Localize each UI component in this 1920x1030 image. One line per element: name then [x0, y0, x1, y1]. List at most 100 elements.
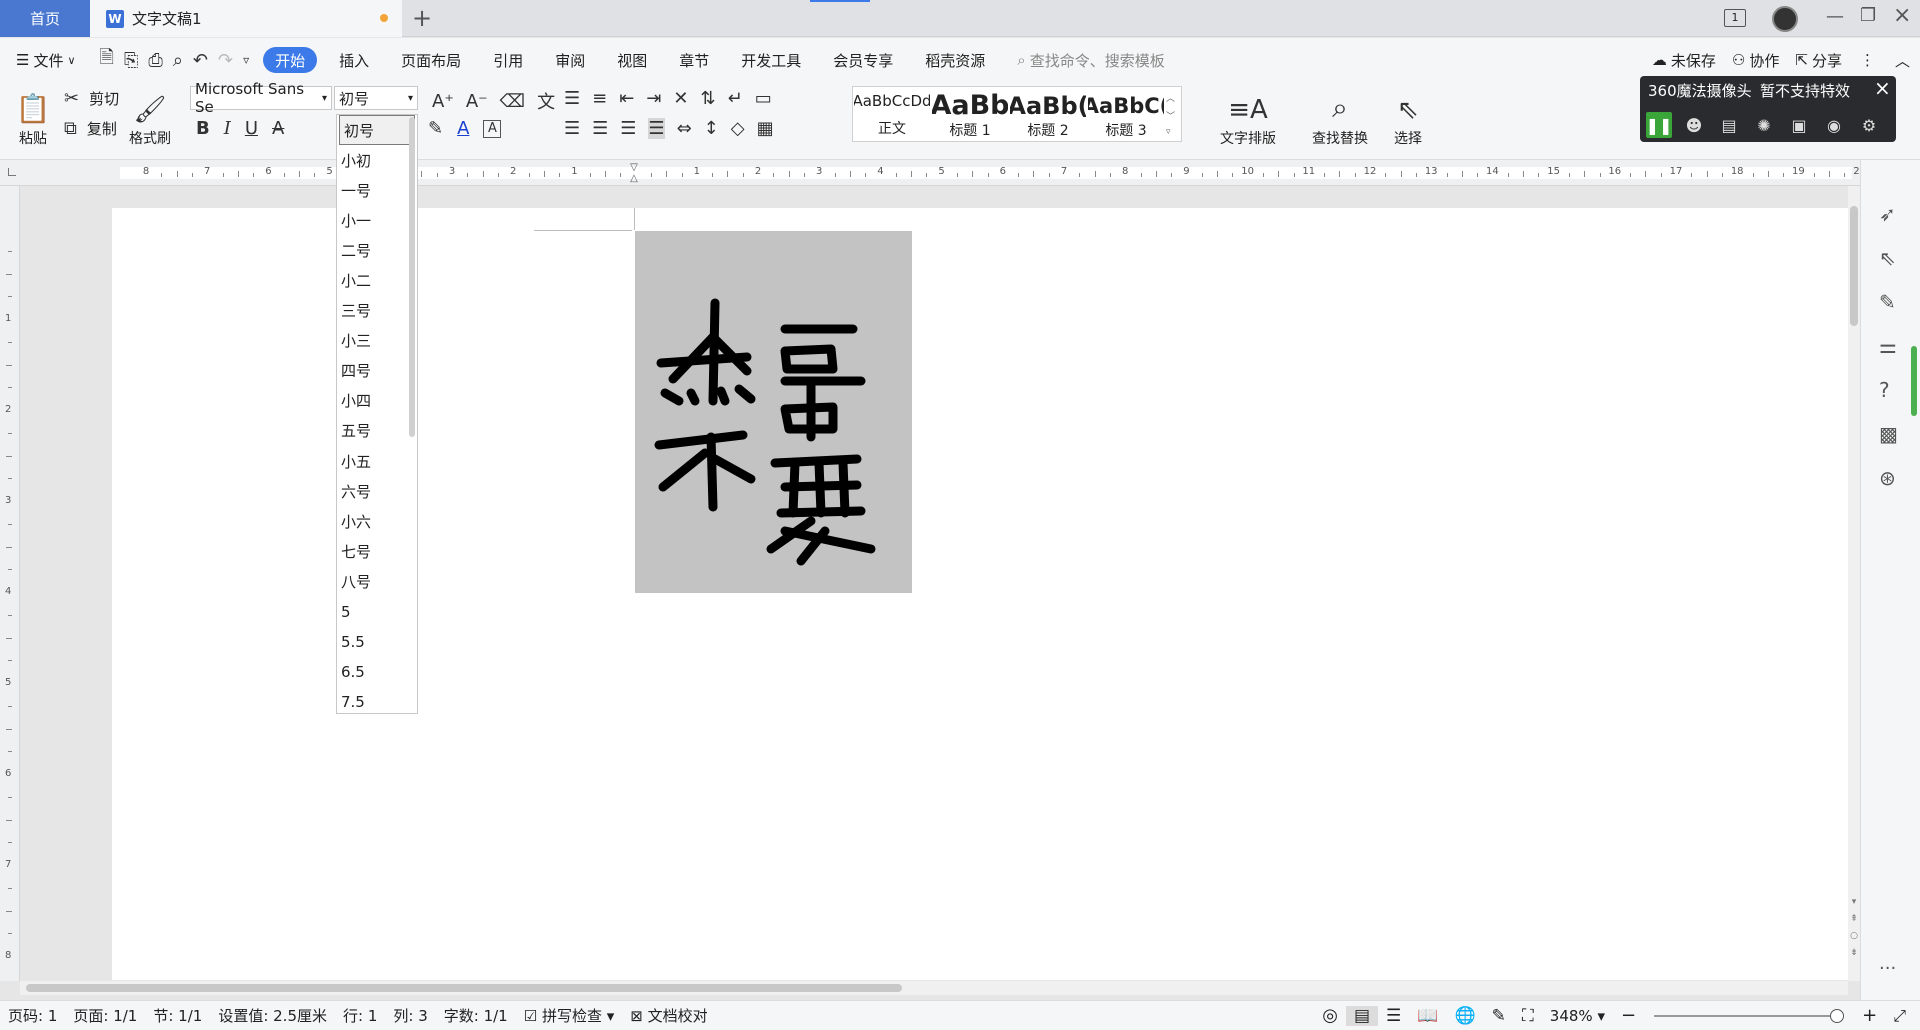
sort-icon[interactable]: ⇅	[701, 88, 716, 109]
vertical-scrollbar[interactable]: ▾ ⇞ ○ ⇟	[1848, 186, 1860, 981]
clear-format-icon[interactable]: ⌫	[500, 91, 525, 112]
char-border-icon[interactable]: A	[483, 119, 502, 138]
horizontal-scrollbar[interactable]	[20, 981, 1848, 995]
tab-docer[interactable]: 稻壳资源	[909, 38, 1001, 82]
font-size-option[interactable]: 小五	[337, 446, 417, 476]
save-icon[interactable]: 🗎	[100, 45, 114, 75]
status-section[interactable]: 节: 1/1	[145, 1005, 210, 1026]
tab-member[interactable]: 会员专享	[817, 38, 909, 82]
redo-icon[interactable]: ↷	[218, 50, 233, 71]
font-size-select[interactable]: 初号 ▾	[334, 86, 418, 110]
tab-page-layout[interactable]: 页面布局	[385, 38, 477, 82]
font-size-option[interactable]: 一号	[337, 175, 417, 205]
pen-icon[interactable]: ✎	[1879, 290, 1896, 314]
show-marks-icon[interactable]: ↵	[728, 88, 743, 109]
restore-icon[interactable]: ❐	[1860, 5, 1876, 26]
horizontal-ruler[interactable]: 876543211234567891011121314151617181920 …	[0, 160, 1907, 186]
camera-pause-icon[interactable]: ❚❚	[1646, 112, 1672, 138]
font-size-option[interactable]: 5	[337, 597, 417, 627]
bullet-list-icon[interactable]: ☰	[564, 88, 580, 109]
close-icon[interactable]: ×	[1893, 3, 1911, 28]
avatar[interactable]	[1772, 6, 1798, 32]
tab-developer[interactable]: 开发工具	[725, 38, 817, 82]
tab-document[interactable]: W 文字文稿1	[90, 0, 402, 37]
font-color-icon[interactable]: A	[457, 118, 469, 139]
more-options-icon[interactable]: ···	[1879, 958, 1896, 979]
style-normal[interactable]: AaBbCcDd 正文	[854, 88, 930, 140]
borders-icon[interactable]: ▦	[757, 118, 774, 139]
undo-icon[interactable]: ↶	[193, 50, 208, 71]
font-size-option[interactable]: 七号	[337, 536, 417, 566]
font-size-option[interactable]: 5.5	[337, 627, 417, 657]
print-preview-icon[interactable]: ⌕	[173, 50, 183, 71]
rocket-icon[interactable]: ➶	[1879, 202, 1896, 226]
align-center-icon[interactable]: ☰	[592, 118, 608, 139]
camera-weibo-icon[interactable]: ◉	[1821, 112, 1847, 138]
help-icon[interactable]: ?	[1879, 378, 1890, 402]
web-view-icon[interactable]: 🌐	[1446, 1006, 1483, 1026]
font-size-option[interactable]: 小一	[337, 205, 417, 235]
font-size-option[interactable]: 小六	[337, 506, 417, 536]
slider-handle[interactable]	[1830, 1008, 1845, 1023]
tab-start[interactable]: 开始	[263, 47, 318, 73]
export-pdf-icon[interactable]: ⎘	[124, 50, 138, 71]
font-size-option[interactable]: 三号	[337, 296, 417, 326]
italic-icon[interactable]: I	[224, 118, 231, 139]
scroll-thumb[interactable]	[1850, 206, 1858, 326]
embedded-image[interactable]: 杰哥 不要	[635, 231, 912, 593]
style-gallery-scroll[interactable]: ︿ ﹀ ▿	[1166, 88, 1180, 140]
status-words[interactable]: 字数: 1/1	[436, 1005, 516, 1026]
bold-icon[interactable]: B	[196, 118, 210, 139]
customize-toolbar-icon[interactable]: ▿	[243, 53, 249, 67]
font-size-option[interactable]: 八号	[337, 566, 417, 596]
indent-marker-icon[interactable]: ▽ △	[628, 162, 640, 184]
font-size-option[interactable]: 六号	[337, 476, 417, 506]
strikethrough-icon[interactable]: A	[272, 118, 284, 139]
style-heading-1[interactable]: AaBb 标题 1	[932, 88, 1008, 140]
shrink-font-icon[interactable]: A⁻	[466, 91, 488, 112]
find-replace-button[interactable]: ⌕ 查找替换	[1302, 86, 1378, 148]
justify-icon[interactable]: ☰	[648, 118, 665, 139]
format-painter-button[interactable]: 🖌 格式刷	[126, 88, 174, 148]
text-layout-button[interactable]: ≡A 文字排版	[1210, 86, 1286, 148]
dropdown-scrollbar[interactable]	[409, 117, 415, 437]
camera-chat-icon[interactable]: ▤	[1716, 112, 1742, 138]
tab-references[interactable]: 引用	[477, 38, 539, 82]
line-spacing-icon[interactable]: ↕	[704, 118, 719, 139]
image-tools-icon[interactable]: ▩	[1879, 422, 1898, 446]
zoom-select[interactable]: 348% ▾	[1542, 1007, 1613, 1025]
status-col[interactable]: 列: 3	[385, 1005, 435, 1026]
status-setting[interactable]: 设置值: 2.5厘米	[210, 1005, 335, 1026]
zoom-slider[interactable]	[1654, 1008, 1845, 1023]
write-mode-icon[interactable]: ✎	[1484, 1006, 1514, 1026]
command-search[interactable]: ⌕ 查找命令、搜索模板	[1001, 38, 1180, 82]
zoom-out-button[interactable]: −	[1613, 1005, 1644, 1026]
copy-button[interactable]: ⧉ 复制	[64, 118, 117, 139]
style-heading-2[interactable]: AaBb(标题 2	[1010, 88, 1086, 140]
print-icon[interactable]: ⎙	[148, 50, 162, 71]
style-heading-3[interactable]: AaBbC(标题 3	[1088, 88, 1164, 140]
font-size-option[interactable]: 小二	[337, 265, 417, 295]
page-nav-icons[interactable]: ▾ ⇞ ○ ⇟	[1849, 894, 1859, 962]
font-size-option[interactable]: 二号	[337, 235, 417, 265]
camera-effects-icon[interactable]: ✺	[1751, 112, 1777, 138]
scroll-thumb[interactable]	[26, 984, 902, 992]
tab-insert[interactable]: 插入	[323, 38, 385, 82]
font-size-option[interactable]: 初号	[339, 115, 415, 146]
paste-button[interactable]: 📋 粘贴	[12, 88, 54, 148]
zoom-in-button[interactable]: +	[1854, 1005, 1885, 1026]
outline-view-icon[interactable]: ☰	[1378, 1006, 1409, 1026]
minimize-icon[interactable]: —	[1826, 6, 1844, 27]
font-size-option[interactable]: 小四	[337, 386, 417, 416]
cut-button[interactable]: ✂ 剪切	[64, 88, 119, 109]
status-pages[interactable]: 页面: 1/1	[65, 1005, 145, 1026]
select-button[interactable]: ⇖ 选择	[1384, 86, 1432, 148]
increase-indent-icon[interactable]: ⇥	[646, 88, 661, 109]
compass-icon[interactable]: ⊛	[1879, 466, 1896, 490]
proofread-button[interactable]: ⊠ 文档校对	[622, 1005, 715, 1026]
window-layout-icon[interactable]: 1	[1724, 9, 1746, 27]
grow-font-icon[interactable]: A⁺	[432, 91, 454, 112]
distribute-icon[interactable]: ⇔	[677, 118, 692, 139]
pointer-icon[interactable]: ⇖	[1879, 246, 1896, 270]
spell-check-button[interactable]: ☑ 拼写检查 ▾	[516, 1005, 623, 1026]
